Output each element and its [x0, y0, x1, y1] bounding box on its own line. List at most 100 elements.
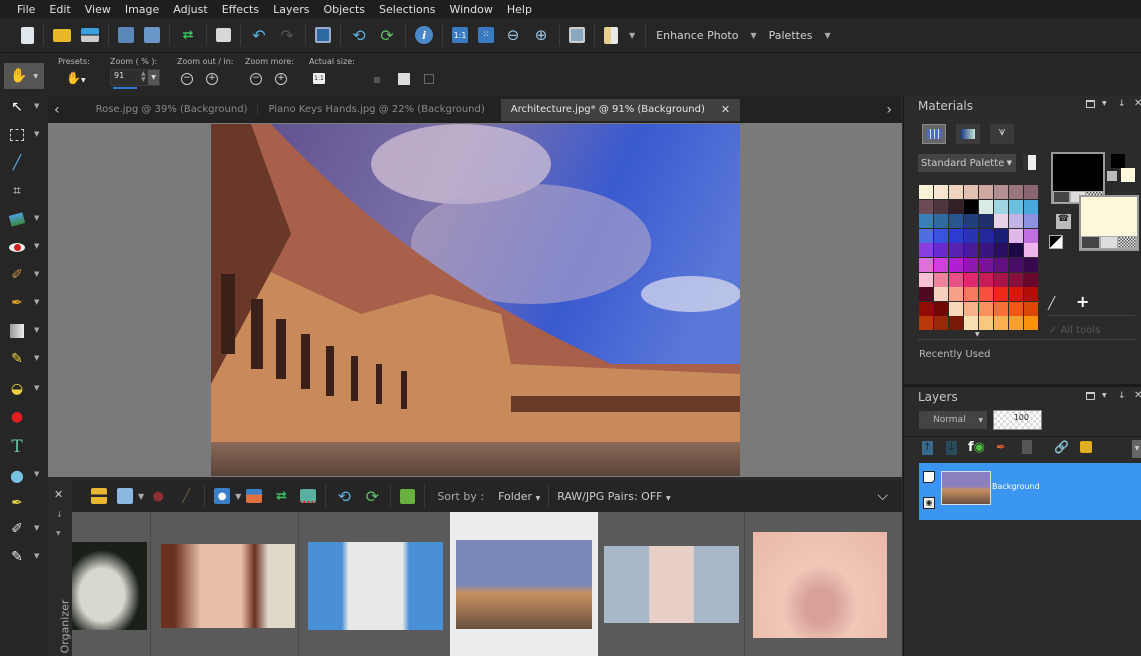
tab-rose[interactable]: Rose.jpg @ 39% (Background) [86, 104, 258, 115]
color-swatch[interactable] [949, 301, 963, 316]
color-swatch[interactable] [1009, 316, 1023, 331]
actual-size-icon[interactable]: 1:1 [452, 27, 468, 43]
tab-piano-keys[interactable]: Piano Keys Hands.jpg @ 22% (Background) [257, 104, 494, 115]
color-swatch[interactable] [1024, 199, 1038, 214]
document-image[interactable] [211, 124, 740, 476]
active-tool-button[interactable]: ✋ ▼ [4, 63, 44, 89]
thumbnail-woman-glasses[interactable] [161, 544, 295, 628]
enhance-photo-dropdown-icon[interactable]: ▼ [750, 31, 756, 40]
menu-help[interactable]: Help [507, 3, 532, 16]
color-swatch[interactable] [979, 214, 993, 229]
chevron-down-icon[interactable]: ▼ [34, 524, 39, 532]
color-swatch[interactable] [919, 228, 933, 243]
zoom-more-out-button[interactable]: − [250, 73, 262, 85]
tabs-scroll-left-icon[interactable]: ‹ [54, 102, 60, 118]
color-swatch[interactable] [1009, 258, 1023, 272]
chevron-down-icon[interactable]: ▼ [34, 470, 39, 478]
panel-maximize-icon[interactable] [1086, 100, 1095, 108]
gradient-style-icon[interactable] [1100, 237, 1118, 248]
swatch-scroll-down-icon[interactable]: ▼ [975, 331, 980, 338]
color-swatch[interactable] [1024, 316, 1038, 331]
color-swatch[interactable] [964, 258, 978, 272]
color-swatch[interactable] [1009, 185, 1023, 199]
thumbnail-leaning-tower-pisa[interactable] [604, 546, 739, 623]
color-swatch[interactable] [994, 316, 1008, 331]
menu-file[interactable]: File [17, 3, 35, 16]
eyedropper-icon[interactable]: ╱ [1048, 296, 1055, 310]
color-swatch[interactable] [979, 301, 993, 316]
gradient-tool[interactable] [6, 320, 28, 342]
color-swatch[interactable] [1024, 258, 1038, 272]
color-swatch[interactable] [1009, 214, 1023, 229]
small-bg-swatch[interactable] [1121, 168, 1135, 182]
zoom-out-icon[interactable]: ⊖ [504, 26, 522, 44]
color-swatch[interactable] [994, 272, 1008, 287]
chevron-down-icon[interactable]: ▼ [235, 492, 241, 501]
organizer-menu-icon[interactable]: ▼ [56, 530, 61, 537]
chevron-down-icon[interactable]: ▼ [34, 130, 39, 138]
sort-dropdown[interactable]: Folder ▼ [498, 490, 540, 503]
actual-size-button[interactable]: 1:1 [313, 73, 325, 84]
menu-selections[interactable]: Selections [379, 3, 435, 16]
color-swatch[interactable] [1024, 228, 1038, 243]
add-color-icon[interactable]: + [1076, 292, 1089, 311]
color-swatch[interactable] [964, 228, 978, 243]
color-swatch[interactable] [934, 243, 948, 258]
tag-icon[interactable]: ● [149, 487, 167, 505]
grid-icon[interactable] [424, 74, 434, 84]
color-swatch[interactable] [964, 272, 978, 287]
chevron-down-icon[interactable]: ▼ [138, 492, 144, 501]
link-icon[interactable]: 🔗 [1054, 440, 1069, 454]
swatches-tab-icon[interactable] [922, 124, 946, 144]
zoom-out-button[interactable]: − [181, 73, 193, 85]
undo-icon[interactable]: ↶ [250, 26, 268, 45]
info-panel-icon[interactable] [117, 488, 133, 504]
pin-icon[interactable]: ↓ [56, 510, 63, 519]
new-file-icon[interactable] [21, 26, 34, 44]
color-swatch[interactable] [964, 316, 978, 331]
paint-brush-tool[interactable]: ✒ [6, 292, 28, 314]
solid-color-icon[interactable] [1054, 192, 1069, 202]
color-swatch[interactable] [1009, 287, 1023, 302]
thumbnail-arc-de-triomphe[interactable] [308, 542, 443, 630]
pattern-icon[interactable] [1119, 237, 1137, 248]
palette-options-icon[interactable] [1023, 155, 1036, 170]
close-panel-icon[interactable]: ✕ [1134, 98, 1141, 109]
color-swatch[interactable] [919, 301, 933, 316]
pin-icon[interactable]: ↓ [1118, 391, 1126, 401]
color-swatch[interactable] [934, 258, 948, 272]
color-swatch[interactable] [979, 199, 993, 214]
color-swatch[interactable] [979, 287, 993, 302]
layer-name[interactable]: Background [992, 482, 1040, 491]
move-layer-down-icon[interactable]: ↓ [946, 441, 957, 455]
chevron-down-icon[interactable]: ▼ [34, 242, 39, 250]
color-swatch[interactable] [919, 214, 933, 229]
color-swatch[interactable] [994, 228, 1008, 243]
color-swatch[interactable] [994, 243, 1008, 258]
resize-icon[interactable] [315, 27, 331, 43]
slideshow-icon[interactable] [300, 489, 317, 503]
color-swatch[interactable] [1024, 272, 1038, 287]
collapse-organizer-icon[interactable]: ⌵ [877, 488, 888, 504]
color-swatch[interactable] [919, 287, 933, 302]
color-swatch[interactable] [934, 185, 948, 199]
color-swatch[interactable] [994, 199, 1008, 214]
blend-mode-select[interactable]: Normal ▼ [919, 411, 987, 429]
color-swatch[interactable] [979, 316, 993, 331]
share-icon[interactable]: ⮂ [272, 487, 290, 505]
color-swatch[interactable] [1009, 301, 1023, 316]
palettes-dropdown-icon[interactable]: ▼ [824, 31, 830, 40]
color-swatch[interactable] [994, 287, 1008, 302]
panel-menu-icon[interactable]: ▼ [1102, 392, 1107, 399]
zoom-in-icon[interactable]: ⊕ [532, 26, 550, 44]
small-fg-swatch[interactable] [1111, 154, 1125, 168]
close-panel-icon[interactable]: ✕ [1134, 390, 1141, 401]
color-swatch[interactable] [934, 228, 948, 243]
eraser-tool[interactable]: ✎ [6, 348, 28, 370]
color-swatch[interactable] [934, 316, 948, 331]
chevron-down-icon[interactable]: ▼ [34, 326, 39, 334]
color-swatch[interactable] [964, 185, 978, 199]
color-swatch[interactable] [979, 228, 993, 243]
color-swatch[interactable] [994, 185, 1008, 199]
color-swatch[interactable] [949, 287, 963, 302]
